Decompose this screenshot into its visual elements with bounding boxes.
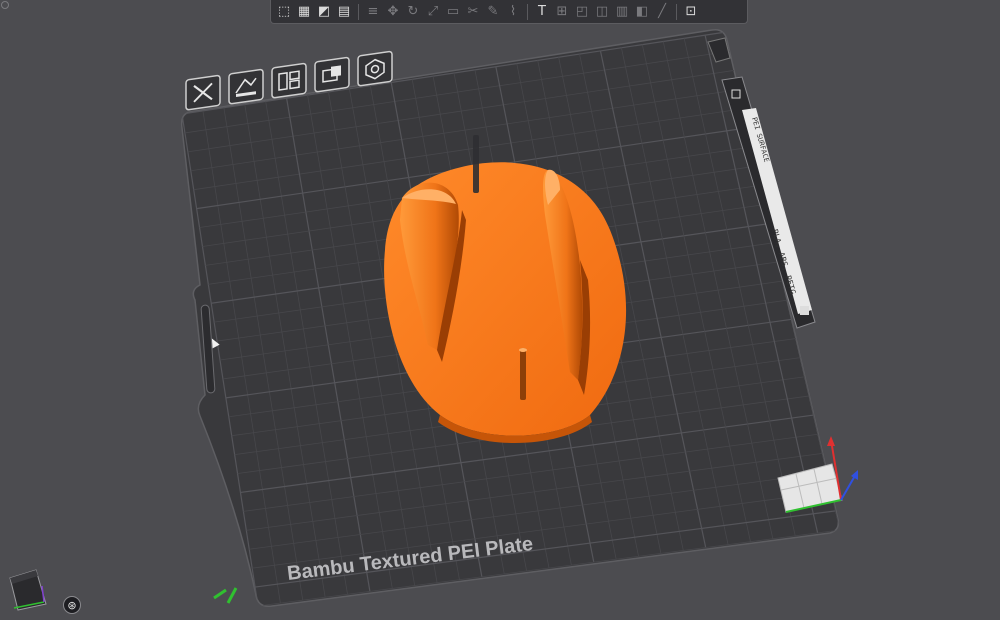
scale-icon[interactable]: ⤢ [424, 3, 442, 21]
orient-plate-icon[interactable] [271, 62, 307, 99]
arrange-plate-icon[interactable] [228, 68, 264, 105]
cut-icon[interactable]: ✂ [464, 3, 482, 21]
boolean-icon[interactable]: ◫ [593, 3, 611, 21]
assembly-icon[interactable]: ◰ [573, 3, 591, 21]
delete-plate-icon[interactable] [185, 74, 221, 111]
3d-viewport[interactable]: PEI SURFACE PLA, ABS, PETG Bambu Texture… [0, 0, 1000, 620]
move-icon[interactable]: ✥ [384, 3, 402, 21]
plate-settings-icon[interactable] [357, 50, 393, 87]
support-paint-icon[interactable]: ✎ [484, 3, 502, 21]
text-icon[interactable]: T [533, 3, 551, 21]
lay-on-face-icon[interactable]: ▭ [444, 3, 462, 21]
view-cube[interactable] [6, 566, 50, 612]
status-dot [1, 1, 9, 9]
measure-icon[interactable]: ⊞ [553, 3, 571, 21]
toolbar-separator [358, 3, 359, 20]
top-toolbar: ⬚ ▦ ◩ ▤ ≡ ✥ ↻ ⤢ ▭ ✂ ✎ ⌇ T ⊞ ◰ ◫ ▥ ◧ ╱ ⊡ [270, 0, 748, 24]
rotate-icon[interactable]: ↻ [404, 3, 422, 21]
color-paint-icon[interactable]: ◧ [633, 3, 651, 21]
toolbar-separator [527, 3, 528, 20]
add-cube-icon[interactable]: ⬚ [275, 3, 293, 21]
plate-settings-icon[interactable]: ▤ [335, 3, 353, 21]
orient-icon[interactable]: ◩ [315, 3, 333, 21]
arrange-icon[interactable]: ▦ [295, 3, 313, 21]
seam-paint-icon[interactable]: ⌇ [504, 3, 522, 21]
layers-icon[interactable]: ≡ [364, 3, 382, 21]
toolbar-separator [676, 3, 677, 20]
origin-marker [213, 587, 238, 604]
navigation-ball-icon[interactable]: ⊛ [63, 596, 81, 614]
brim-ears-icon[interactable]: ╱ [653, 3, 671, 21]
variable-layer-icon[interactable]: ▥ [613, 3, 631, 21]
lock-plate-icon[interactable] [314, 56, 350, 93]
view-settings-icon[interactable]: ⊡ [682, 3, 700, 21]
